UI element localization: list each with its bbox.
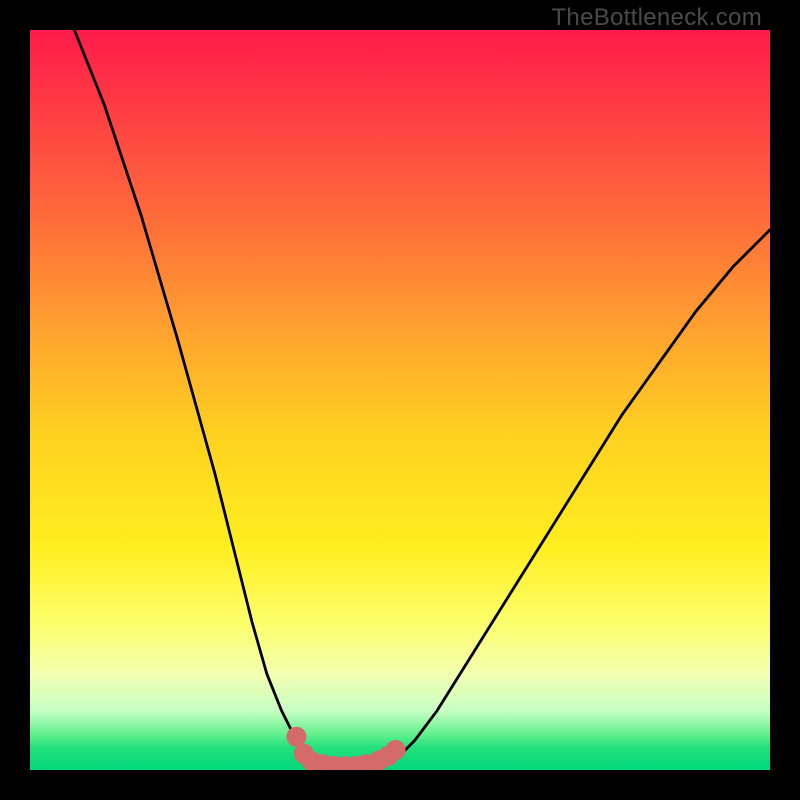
curves-svg [30, 30, 770, 770]
chart-stage: TheBottleneck.com [0, 0, 800, 800]
brand-watermark: TheBottleneck.com [551, 4, 762, 32]
marker-group [286, 727, 405, 770]
series-curve-left [74, 30, 311, 763]
plot-area [30, 30, 770, 770]
highlight-dot [286, 727, 306, 747]
series-group [74, 30, 770, 768]
highlight-dot [386, 740, 406, 760]
series-curve-right [385, 230, 770, 763]
